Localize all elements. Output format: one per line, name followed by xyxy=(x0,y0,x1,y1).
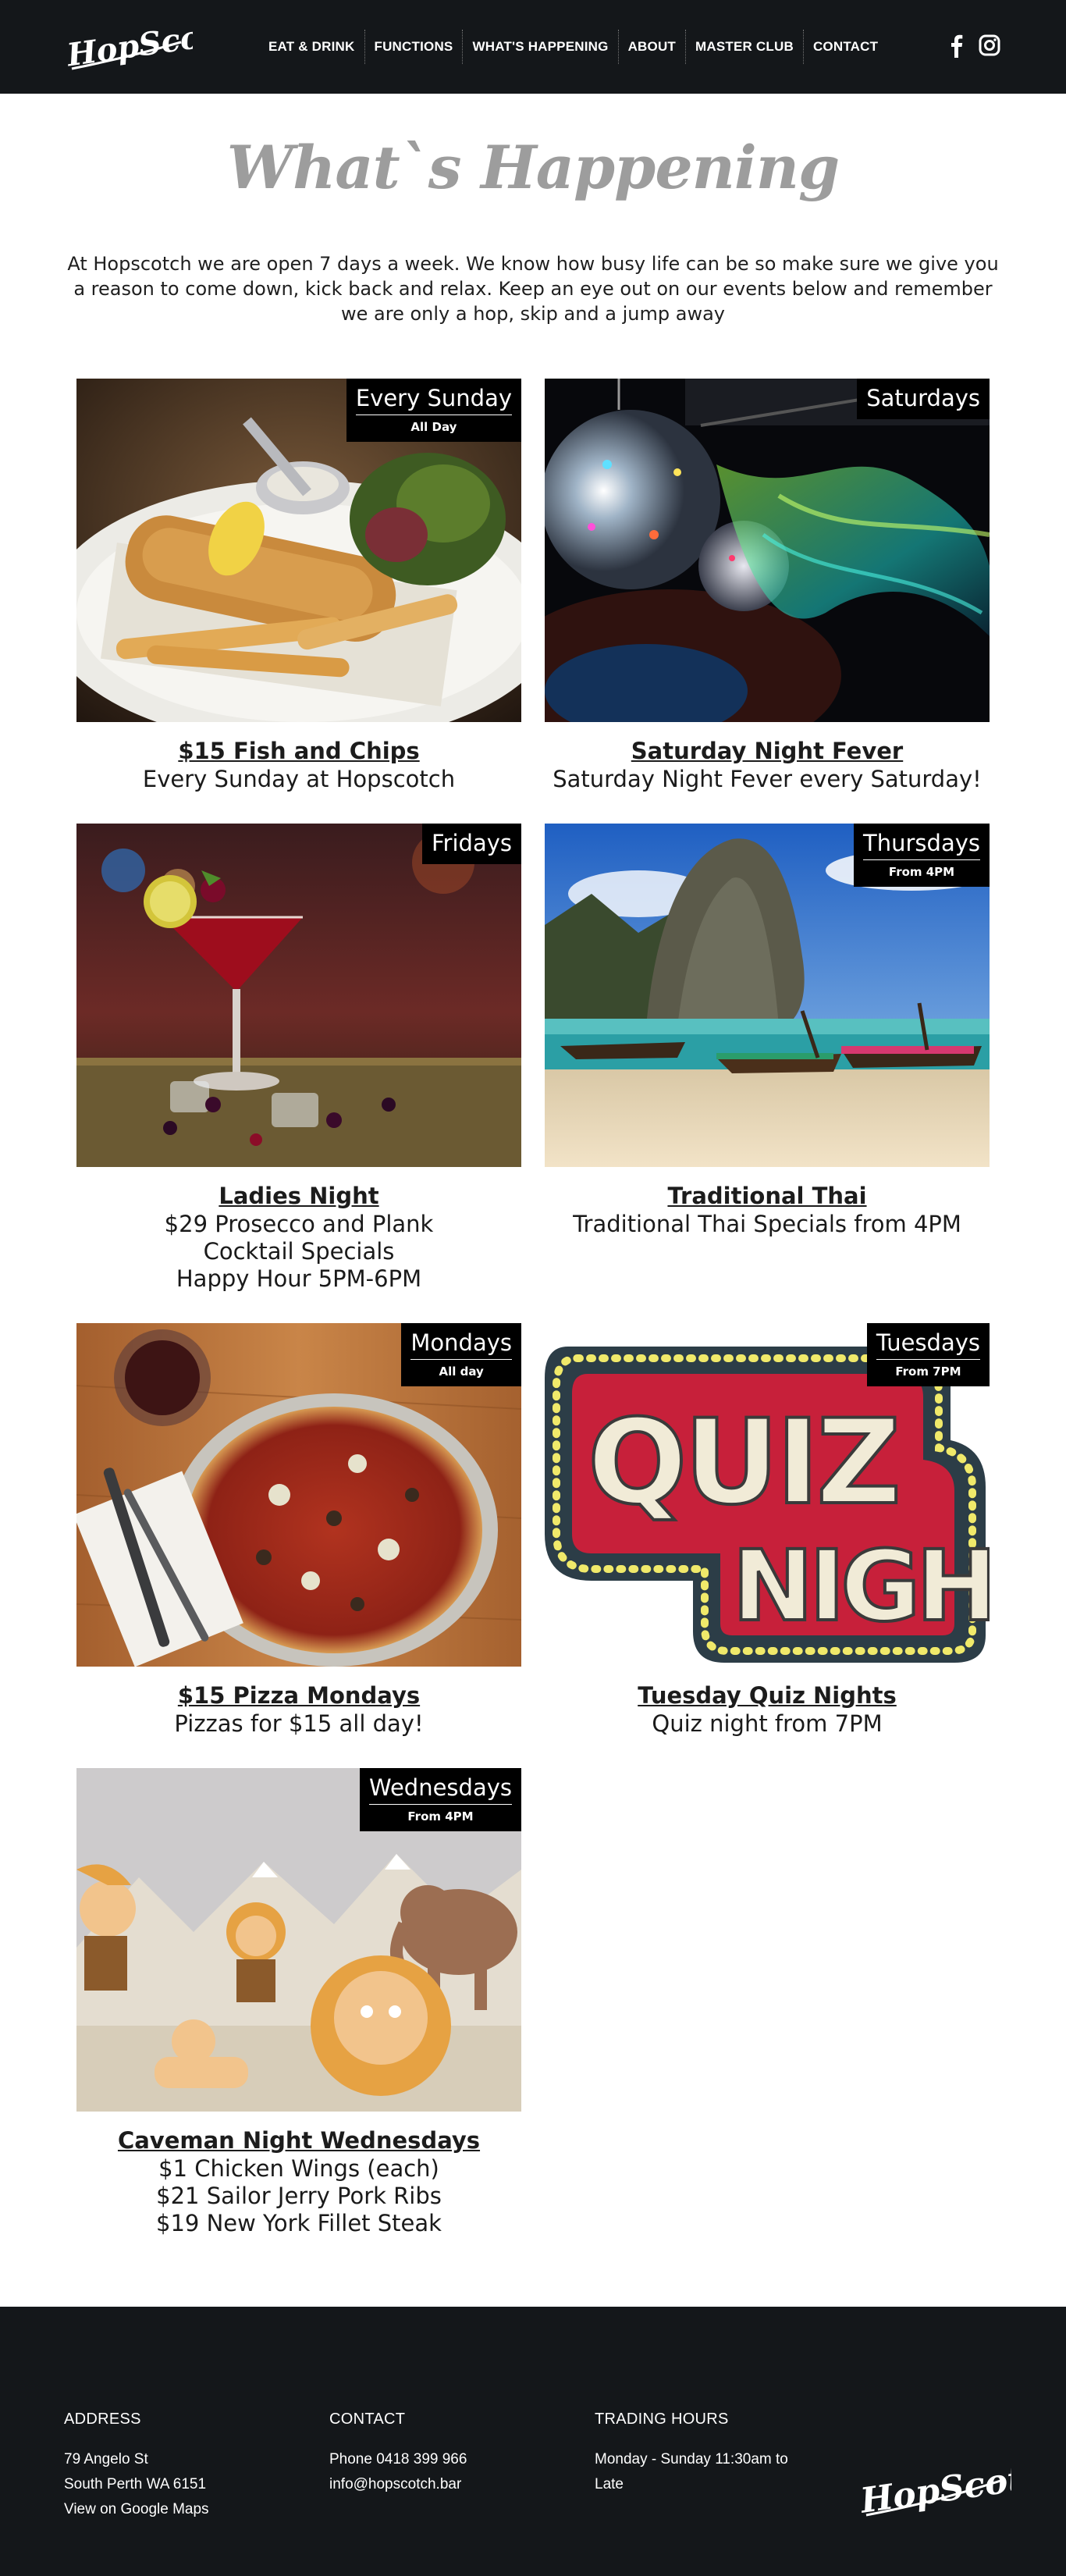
footer-heading: CONTACT xyxy=(329,2411,406,2428)
event-day-tag: Tuesdays From 7PM xyxy=(866,1323,990,1386)
footer-heading: TRADING HOURS xyxy=(595,2411,729,2428)
nav-eat-drink[interactable]: EAT & DRINK xyxy=(259,30,365,64)
event-description: Pizzas for $15 all day! xyxy=(174,1710,424,1737)
site-footer: ADDRESS 79 Angelo St South Perth WA 6151… xyxy=(0,2307,1066,2576)
address-street: 79 Angelo St xyxy=(64,2451,148,2467)
hopscotch-logo[interactable]: HopScotch xyxy=(64,11,258,81)
nav-functions[interactable]: FUNCTIONS xyxy=(365,30,464,64)
fish-and-chips-image[interactable]: Every Sunday All Day xyxy=(76,379,521,722)
event-title-link[interactable]: Tuesday Quiz Nights xyxy=(545,1681,990,1710)
nav-whats-happening[interactable]: WHAT'S HAPPENING xyxy=(463,30,619,64)
svg-text:HopScotch: HopScotch xyxy=(64,11,193,74)
main-nav: EAT & DRINK FUNCTIONS WHAT'S HAPPENING A… xyxy=(259,30,887,64)
hours-line: Late xyxy=(595,2476,624,2492)
event-title-link[interactable]: Caveman Night Wednesdays xyxy=(76,2126,521,2155)
facebook-icon[interactable] xyxy=(951,34,963,58)
event-day-tag: Every Sunday All Day xyxy=(346,379,521,442)
google-maps-link[interactable]: View on Google Maps xyxy=(64,2497,209,2522)
nav-master-club[interactable]: MASTER CLUB xyxy=(686,30,804,64)
event-description: Traditional Thai Specials from 4PM xyxy=(573,1211,961,1237)
event-title-link[interactable]: Saturday Night Fever xyxy=(545,736,990,766)
event-description: $29 Prosecco and Plank Cocktail Specials… xyxy=(164,1211,434,1292)
phone-link[interactable]: Phone 0418 399 966 xyxy=(329,2447,467,2472)
event-day-tag: Saturdays xyxy=(857,379,990,419)
event-day-tag: Fridays xyxy=(421,824,521,864)
event-title-link[interactable]: $15 Pizza Mondays xyxy=(76,1681,521,1710)
event-description: $1 Chicken Wings (each) $21 Sailor Jerry… xyxy=(156,2155,442,2236)
svg-text:NIGHT: NIGHT xyxy=(732,1530,990,1643)
cocktail-image[interactable]: Fridays xyxy=(76,824,521,1167)
event-day-tag: Thursdays From 4PM xyxy=(854,824,990,887)
footer-heading: ADDRESS xyxy=(64,2411,141,2428)
thai-beach-image[interactable]: Thursdays From 4PM xyxy=(545,824,990,1167)
pizza-image[interactable]: Mondays All day xyxy=(76,1323,521,1667)
event-day-tag: Mondays All day xyxy=(401,1323,521,1386)
footer-address: ADDRESS 79 Angelo St South Perth WA 6151… xyxy=(64,2408,209,2522)
nav-about[interactable]: ABOUT xyxy=(619,30,687,64)
event-card-saturday: Saturdays Saturday Night Fever Saturday … xyxy=(545,379,990,793)
quiz-night-image[interactable]: QUIZ NIGHT Tuesdays From 7PM xyxy=(545,1323,990,1667)
event-description: Saturday Night Fever every Saturday! xyxy=(553,766,982,792)
event-card-monday: Mondays All day $15 Pizza Mondays Pizzas… xyxy=(76,1323,521,1738)
svg-text:HopScotch: HopScotch xyxy=(857,2453,1011,2521)
nav-contact[interactable]: CONTACT xyxy=(804,30,887,64)
intro-text: At Hopscotch we are open 7 days a week. … xyxy=(67,253,999,325)
page-title: What`s Happening xyxy=(226,133,840,202)
event-title-link[interactable]: Ladies Night xyxy=(76,1181,521,1211)
footer-hopscotch-logo[interactable]: HopScotch xyxy=(855,2443,1066,2529)
event-card-sunday: Every Sunday All Day $15 Fish and Chips … xyxy=(76,379,521,793)
event-description: Quiz night from 7PM xyxy=(652,1710,883,1737)
event-card-tuesday: QUIZ NIGHT Tuesdays From 7PM Tuesday Qui… xyxy=(545,1323,990,1738)
email-link[interactable]: info@hopscotch.bar xyxy=(329,2472,467,2497)
address-suburb: South Perth WA 6151 xyxy=(64,2476,207,2492)
footer-trading-hours: TRADING HOURS Monday - Sunday 11:30am to… xyxy=(595,2408,829,2497)
event-day-tag: Wednesdays From 4PM xyxy=(359,1768,521,1831)
event-title-link[interactable]: Traditional Thai xyxy=(545,1181,990,1211)
cavemen-cartoon-image[interactable]: Wednesdays From 4PM xyxy=(76,1768,521,2112)
event-card-friday: Fridays Ladies Night $29 Prosecco and Pl… xyxy=(76,824,521,1293)
event-description: Every Sunday at Hopscotch xyxy=(142,766,456,792)
event-title-link[interactable]: $15 Fish and Chips xyxy=(76,736,521,766)
event-card-thursday: Thursdays From 4PM Traditional Thai Trad… xyxy=(545,824,990,1238)
event-card-wednesday: Wednesdays From 4PM Caveman Night Wednes… xyxy=(76,1768,521,2237)
footer-contact: CONTACT Phone 0418 399 966 info@hopscotc… xyxy=(329,2408,467,2497)
instagram-icon[interactable] xyxy=(979,34,1000,56)
disco-balls-image[interactable]: Saturdays xyxy=(545,379,990,722)
hours-line: Monday - Sunday 11:30am to xyxy=(595,2451,788,2467)
site-header: HopScotch EAT & DRINK FUNCTIONS WHAT'S H… xyxy=(0,0,1066,94)
svg-text:QUIZ: QUIZ xyxy=(588,1395,898,1531)
